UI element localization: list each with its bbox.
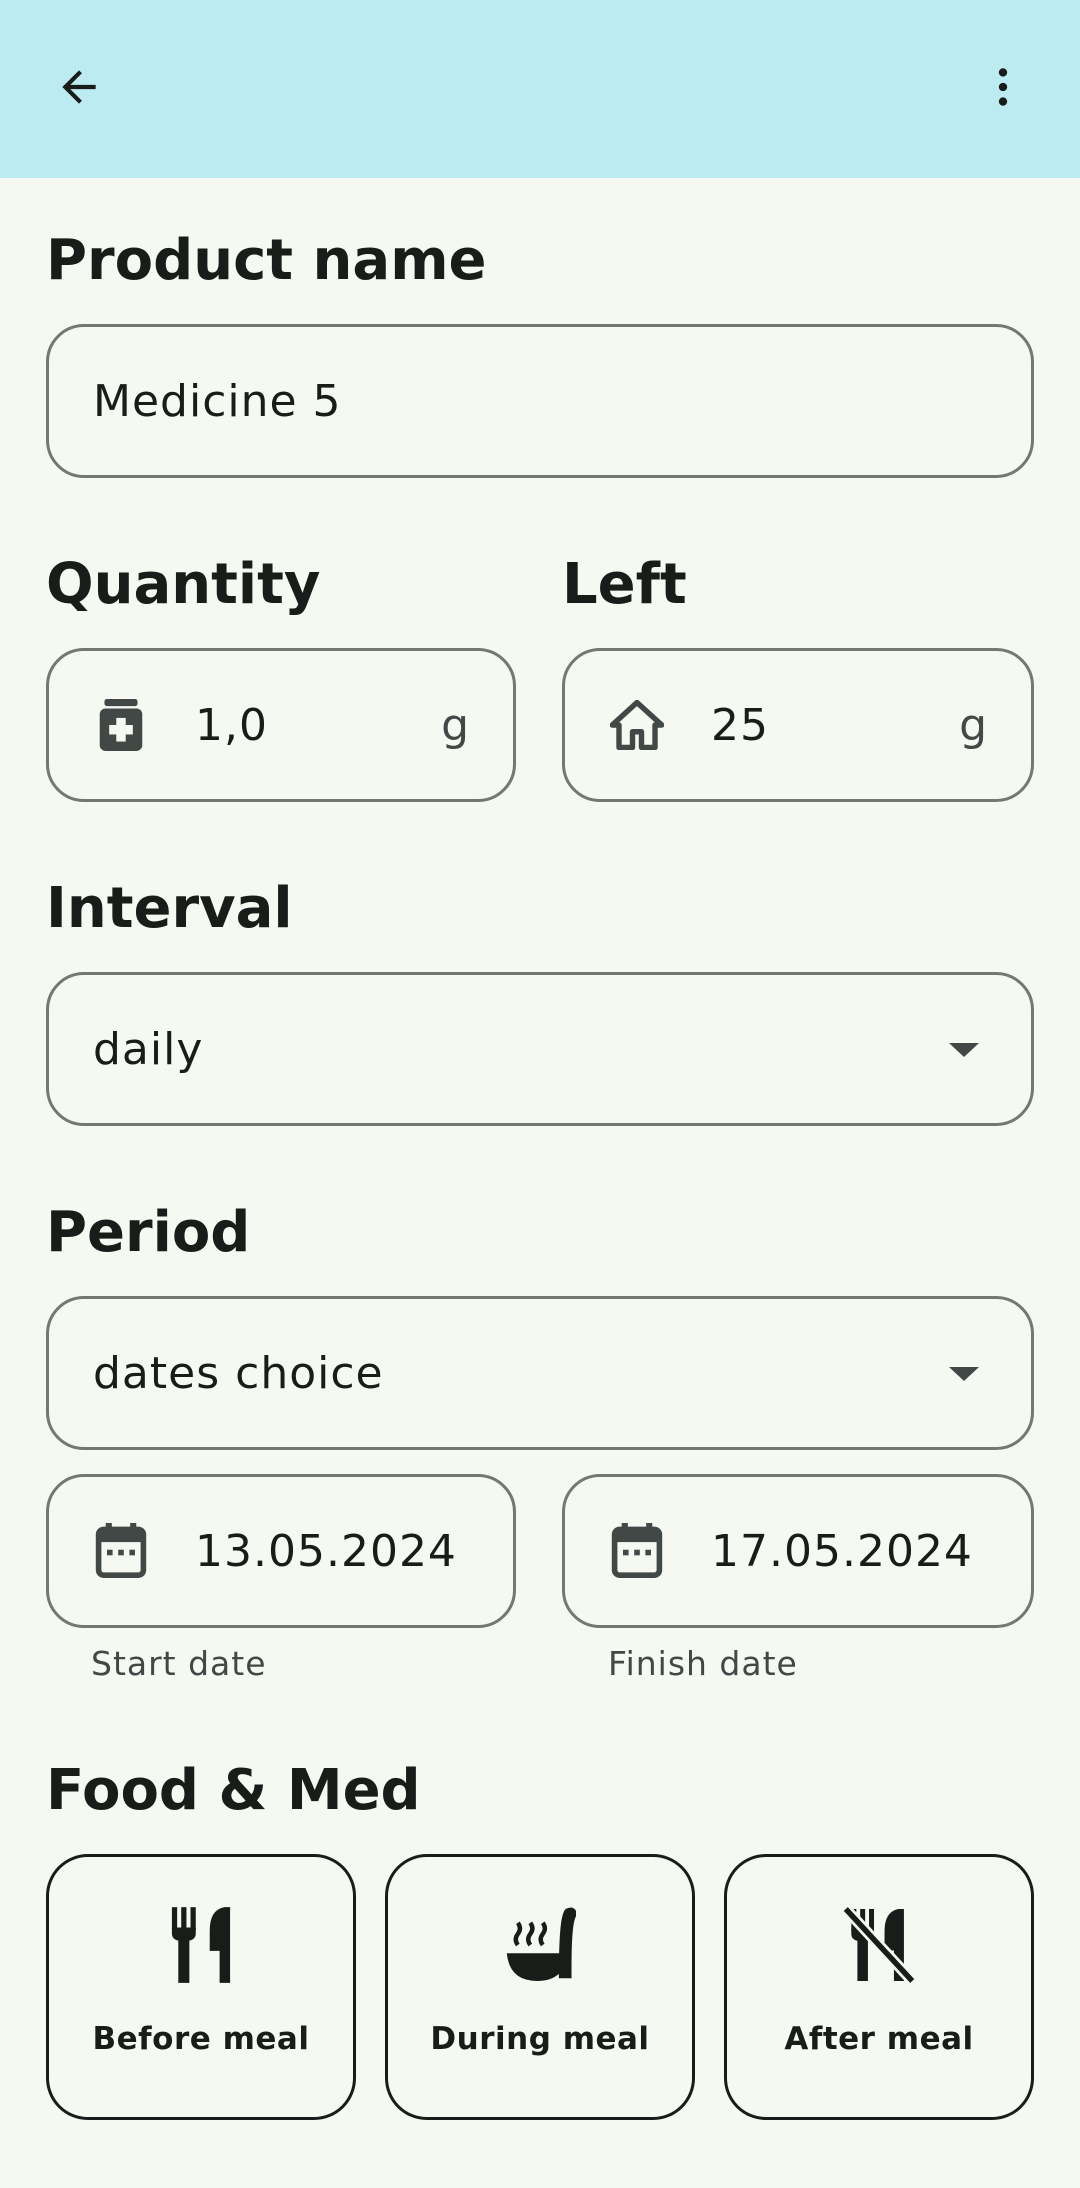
more-options-button[interactable] xyxy=(962,48,1044,130)
product-name-field[interactable]: Medicine 5 xyxy=(46,324,1034,478)
quantity-value: 1,0 xyxy=(195,699,268,751)
quantity-field[interactable]: 1,0 g xyxy=(46,648,516,802)
soup-ladle-icon xyxy=(498,1903,582,1987)
calendar-icon xyxy=(93,1523,149,1579)
more-vert-icon xyxy=(978,62,1028,116)
left-field[interactable]: 25 g xyxy=(562,648,1034,802)
start-date-value: 13.05.2024 xyxy=(195,1525,457,1577)
during-meal-label: During meal xyxy=(430,2021,650,2057)
interval-dropdown[interactable]: daily xyxy=(46,972,1034,1126)
dropdown-arrow-icon xyxy=(949,1367,979,1381)
interval-title: Interval xyxy=(46,876,293,941)
before-meal-label: Before meal xyxy=(92,2021,310,2057)
calendar-icon xyxy=(609,1523,665,1579)
left-title: Left xyxy=(562,552,687,617)
dropdown-arrow-icon xyxy=(949,1043,979,1057)
during-meal-button[interactable]: During meal xyxy=(385,1854,695,2120)
medication-icon xyxy=(93,697,149,753)
arrow-back-icon xyxy=(54,62,104,116)
start-date-field[interactable]: 13.05.2024 xyxy=(46,1474,516,1628)
product-name-title: Product name xyxy=(46,228,487,293)
period-dropdown[interactable]: dates choice xyxy=(46,1296,1034,1450)
no-meals-icon xyxy=(837,1903,921,1987)
food-med-title: Food & Med xyxy=(46,1758,421,1823)
quantity-title: Quantity xyxy=(46,552,321,617)
left-value: 25 xyxy=(711,699,769,751)
product-name-value: Medicine 5 xyxy=(93,375,342,427)
left-unit: g xyxy=(959,699,987,751)
top-app-bar xyxy=(0,0,1080,178)
interval-selected: daily xyxy=(93,1023,204,1075)
period-selected: dates choice xyxy=(93,1347,384,1399)
home-icon xyxy=(609,697,665,753)
finish-date-value: 17.05.2024 xyxy=(711,1525,973,1577)
after-meal-button[interactable]: After meal xyxy=(724,1854,1034,2120)
finish-date-label: Finish date xyxy=(608,1644,798,1683)
back-button[interactable] xyxy=(38,48,120,130)
quantity-unit: g xyxy=(441,699,469,751)
period-title: Period xyxy=(46,1200,251,1265)
finish-date-field[interactable]: 17.05.2024 xyxy=(562,1474,1034,1628)
restaurant-icon xyxy=(159,1903,243,1987)
after-meal-label: After meal xyxy=(784,2021,974,2057)
start-date-label: Start date xyxy=(91,1644,267,1683)
before-meal-button[interactable]: Before meal xyxy=(46,1854,356,2120)
